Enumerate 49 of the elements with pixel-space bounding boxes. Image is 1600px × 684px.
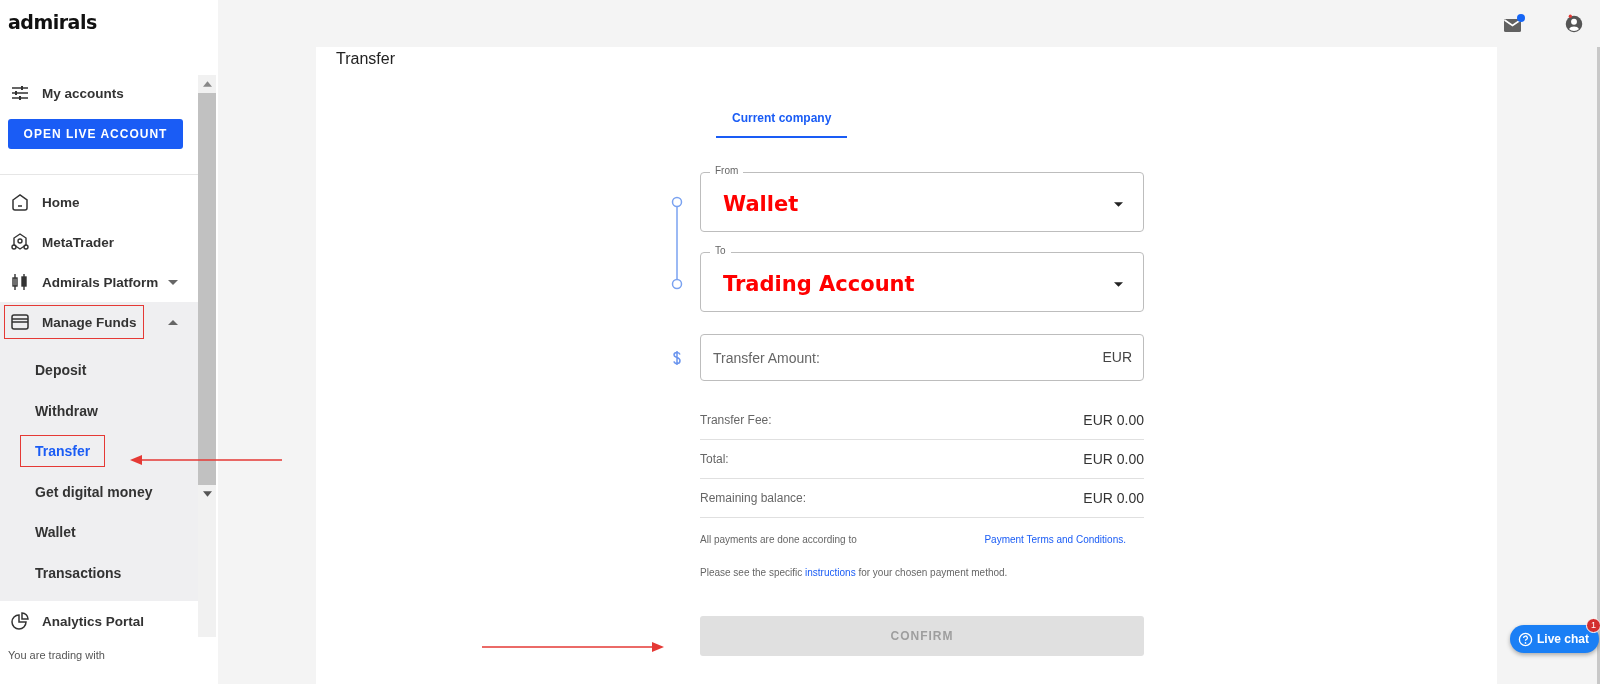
submenu-item[interactable]: Withdraw	[20, 394, 113, 427]
page-title: Transfer	[336, 49, 396, 69]
submenu-item[interactable]: Wallet	[20, 516, 91, 549]
home-icon	[10, 192, 30, 212]
dropdown-caret-icon	[1114, 201, 1123, 207]
nav-item[interactable]: Admirals Platform	[42, 274, 159, 290]
submenu-item[interactable]: Get digital money	[20, 475, 168, 508]
submenu-item[interactable]: Transactions	[20, 556, 137, 589]
instructions-text: Please see the specific instructions for your chosen payment method.	[700, 567, 1009, 578]
submenu-item[interactable]: Transfer	[20, 435, 106, 468]
currency-label: EUR	[1102, 349, 1132, 365]
chart-icon	[10, 611, 30, 631]
nav-item[interactable]: Analytics Portal	[42, 613, 145, 629]
summary-label: Total:	[700, 452, 729, 466]
summary-value: EUR 0.00	[1083, 412, 1144, 428]
caret-down-icon[interactable]	[168, 279, 178, 285]
mail-icon[interactable]	[1502, 12, 1526, 35]
card-icon	[10, 312, 30, 332]
dollar-icon	[672, 349, 682, 366]
nav-item[interactable]: MetaTrader	[42, 234, 115, 250]
terms-text: All payments are done according to	[700, 534, 857, 545]
scroll-up-icon[interactable]	[202, 81, 212, 87]
sliders-icon	[10, 83, 30, 103]
summary-value: EUR 0.00	[1083, 490, 1144, 506]
help-icon	[1518, 631, 1533, 647]
nav-item[interactable]: Manage Funds	[42, 314, 137, 330]
tab[interactable]: Current company	[716, 102, 848, 138]
instructions-link[interactable]: instructions	[805, 567, 856, 578]
network-icon	[10, 232, 30, 252]
summary-label: Remaining balance:	[700, 491, 807, 505]
my-accounts-link[interactable]: My accounts	[42, 85, 124, 101]
select-value: Wallet	[723, 192, 800, 216]
open-live-account-button[interactable]: OPEN LIVE ACCOUNT	[8, 119, 183, 149]
trading-with-text: You are trading with	[7, 648, 106, 661]
notification-badge: 1	[1586, 618, 1600, 633]
caret-up-icon[interactable]	[168, 319, 178, 325]
field-label: To	[710, 245, 731, 257]
summary-value: EUR 0.00	[1083, 451, 1144, 467]
terms-link[interactable]: Payment Terms and Conditions.	[984, 534, 1126, 545]
dropdown-caret-icon	[1114, 281, 1123, 287]
nav-item[interactable]: Home	[42, 194, 80, 210]
candlestick-icon	[10, 272, 30, 292]
scroll-down-icon[interactable]	[202, 491, 212, 497]
field-label: From	[710, 165, 744, 177]
logo[interactable]: admirals	[0, 0, 218, 66]
submenu-item[interactable]: Deposit	[20, 354, 102, 387]
select-value: Trading Account	[723, 272, 916, 296]
scrollbar[interactable]	[198, 75, 216, 637]
summary-label: Transfer Fee:	[700, 413, 772, 427]
